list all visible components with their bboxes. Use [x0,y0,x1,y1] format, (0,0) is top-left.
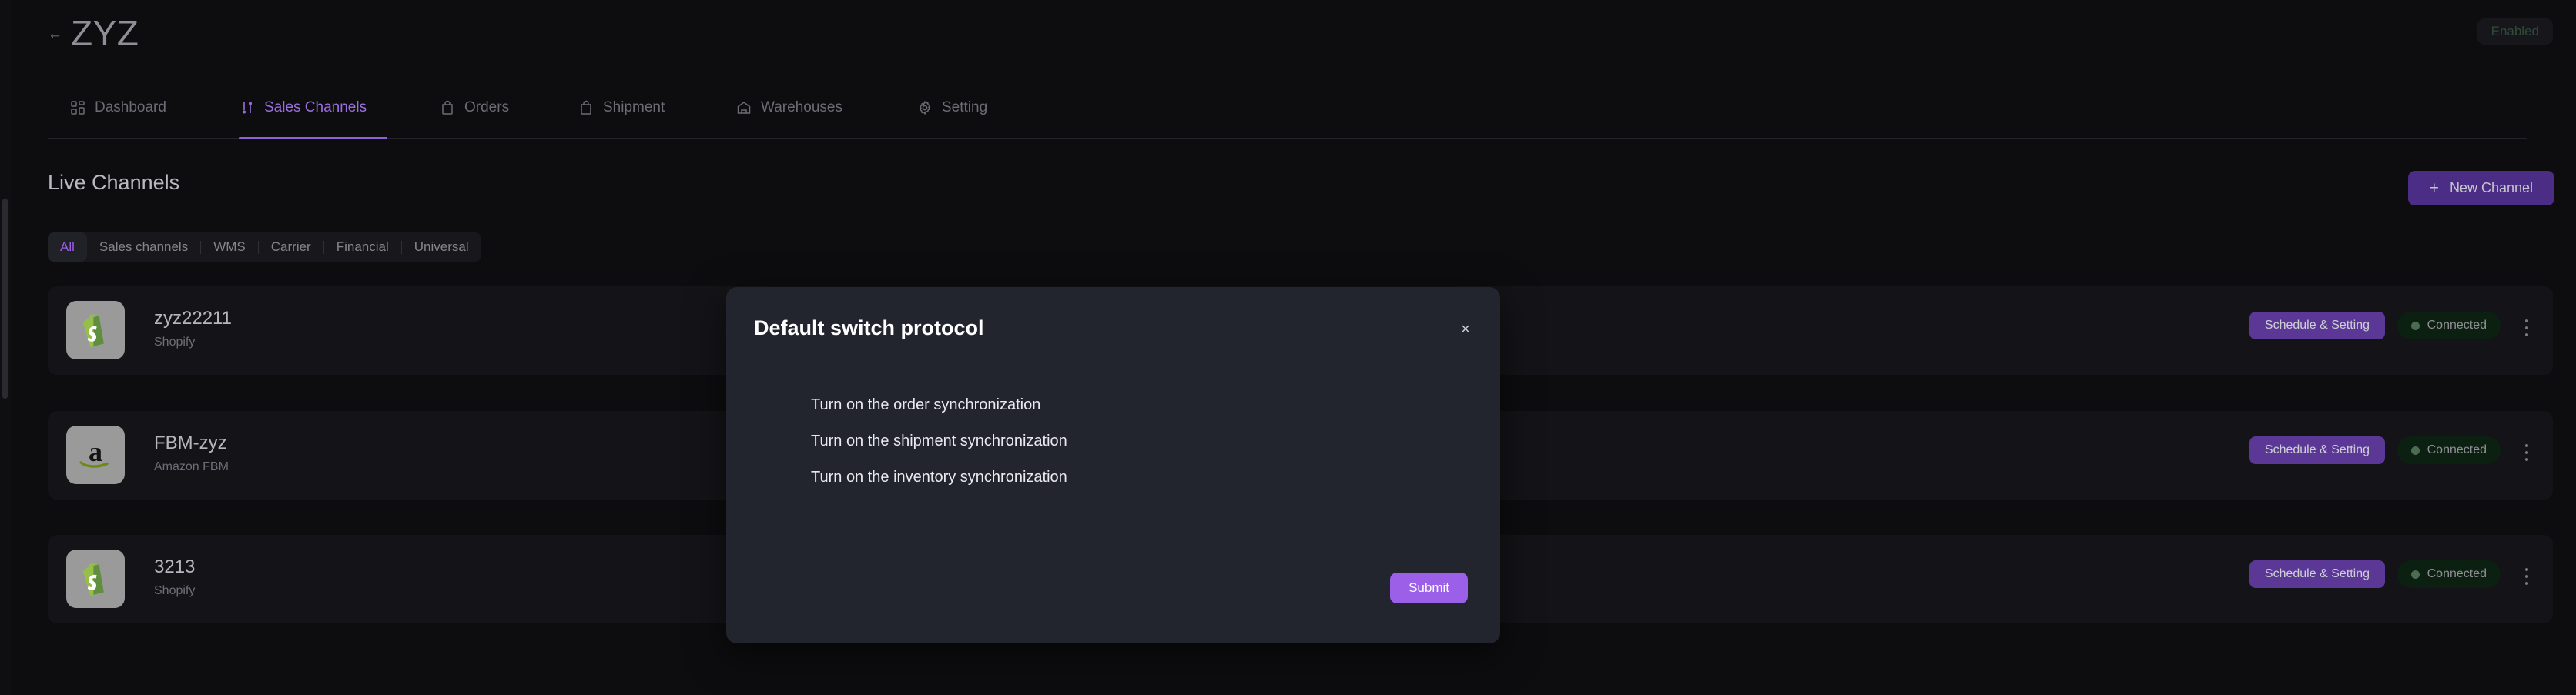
status-label: Connected [2427,443,2487,457]
default-switch-protocol-dialog: Default switch protocol × Turn on the or… [726,287,1500,643]
filter-pill-sales-channels[interactable]: Sales channels [87,232,200,262]
submit-button[interactable]: Submit [1390,573,1468,603]
dialog-title: Default switch protocol [754,316,984,340]
dashboard-icon [69,99,86,116]
tab-label: Dashboard [95,99,166,116]
page-title: ZYZ [71,12,139,54]
channel-platform: Shopify [154,336,195,349]
svg-text:a: a [89,438,102,467]
tab-sales-channels[interactable]: Sales Channels [239,91,367,125]
bag-icon [439,99,456,116]
shipment-icon [578,99,595,116]
list-item: Turn on the shipment synchronization [811,433,1067,450]
status-badge: Connected [2397,436,2501,464]
filter-pill-carrier[interactable]: Carrier [259,232,323,262]
sales-icon [239,99,256,116]
back-arrow-icon[interactable]: ← [48,28,62,42]
channel-filter-bar: All Sales channels WMS Carrier Financial… [48,232,481,262]
status-badge: Connected [2397,312,2501,339]
warehouse-icon [735,99,752,116]
main-nav-tabs: Dashboard Sales Channels Orders [0,91,2576,139]
schedule-setting-button[interactable]: Schedule & Setting [2249,560,2385,588]
kebab-menu-icon[interactable] [2517,564,2536,589]
protocol-item-list: Turn on the order synchronization Turn o… [811,396,1067,486]
tab-warehouses[interactable]: Warehouses [735,91,842,125]
tab-shipment[interactable]: Shipment [578,91,665,125]
filter-pill-financial[interactable]: Financial [324,232,401,262]
channel-platform: Amazon FBM [154,460,229,474]
amazon-logo: a [66,426,125,484]
shopify-logo [66,550,125,608]
app-header: ← ZYZ Enabled [0,0,2576,74]
new-channel-button[interactable]: + New Channel [2408,171,2554,205]
tab-label: Warehouses [761,99,842,116]
shopify-logo [66,301,125,359]
status-dot-icon [2411,570,2420,579]
channel-name: 3213 [154,556,195,578]
section-title: Live Channels [48,171,179,195]
tab-label: Shipment [603,99,665,116]
filter-pill-all[interactable]: All [48,232,87,262]
nav-divider [48,138,2527,139]
tab-label: Sales Channels [264,99,367,116]
tab-label: Orders [464,99,509,116]
app-root: ← ZYZ Enabled Dashboard Sales Channels [0,0,2576,695]
status-label: Connected [2427,567,2487,581]
plus-icon: + [2430,182,2439,195]
status-label: Connected [2427,319,2487,332]
enabled-status-badge[interactable]: Enabled [2477,18,2553,45]
channel-platform: Shopify [154,584,195,598]
tab-label: Setting [942,99,987,116]
filter-pill-wms[interactable]: WMS [201,232,258,262]
tab-active-indicator [239,137,387,139]
gear-icon [916,99,933,116]
tab-orders[interactable]: Orders [439,91,509,125]
tab-setting[interactable]: Setting [916,91,987,125]
channel-name: FBM-zyz [154,433,227,454]
tab-dashboard[interactable]: Dashboard [69,91,166,125]
close-icon[interactable]: × [1455,319,1476,339]
status-badge: Connected [2397,560,2501,588]
schedule-setting-button[interactable]: Schedule & Setting [2249,436,2385,464]
status-dot-icon [2411,446,2420,455]
schedule-setting-button[interactable]: Schedule & Setting [2249,312,2385,339]
channel-name: zyz22211 [154,308,232,329]
page-scrollbar-thumb[interactable] [2,199,8,399]
kebab-menu-icon[interactable] [2517,440,2536,465]
filter-pill-universal[interactable]: Universal [402,232,481,262]
status-dot-icon [2411,322,2420,330]
new-channel-label: New Channel [2450,180,2533,196]
kebab-menu-icon[interactable] [2517,316,2536,340]
list-item: Turn on the inventory synchronization [811,469,1067,486]
list-item: Turn on the order synchronization [811,396,1067,414]
